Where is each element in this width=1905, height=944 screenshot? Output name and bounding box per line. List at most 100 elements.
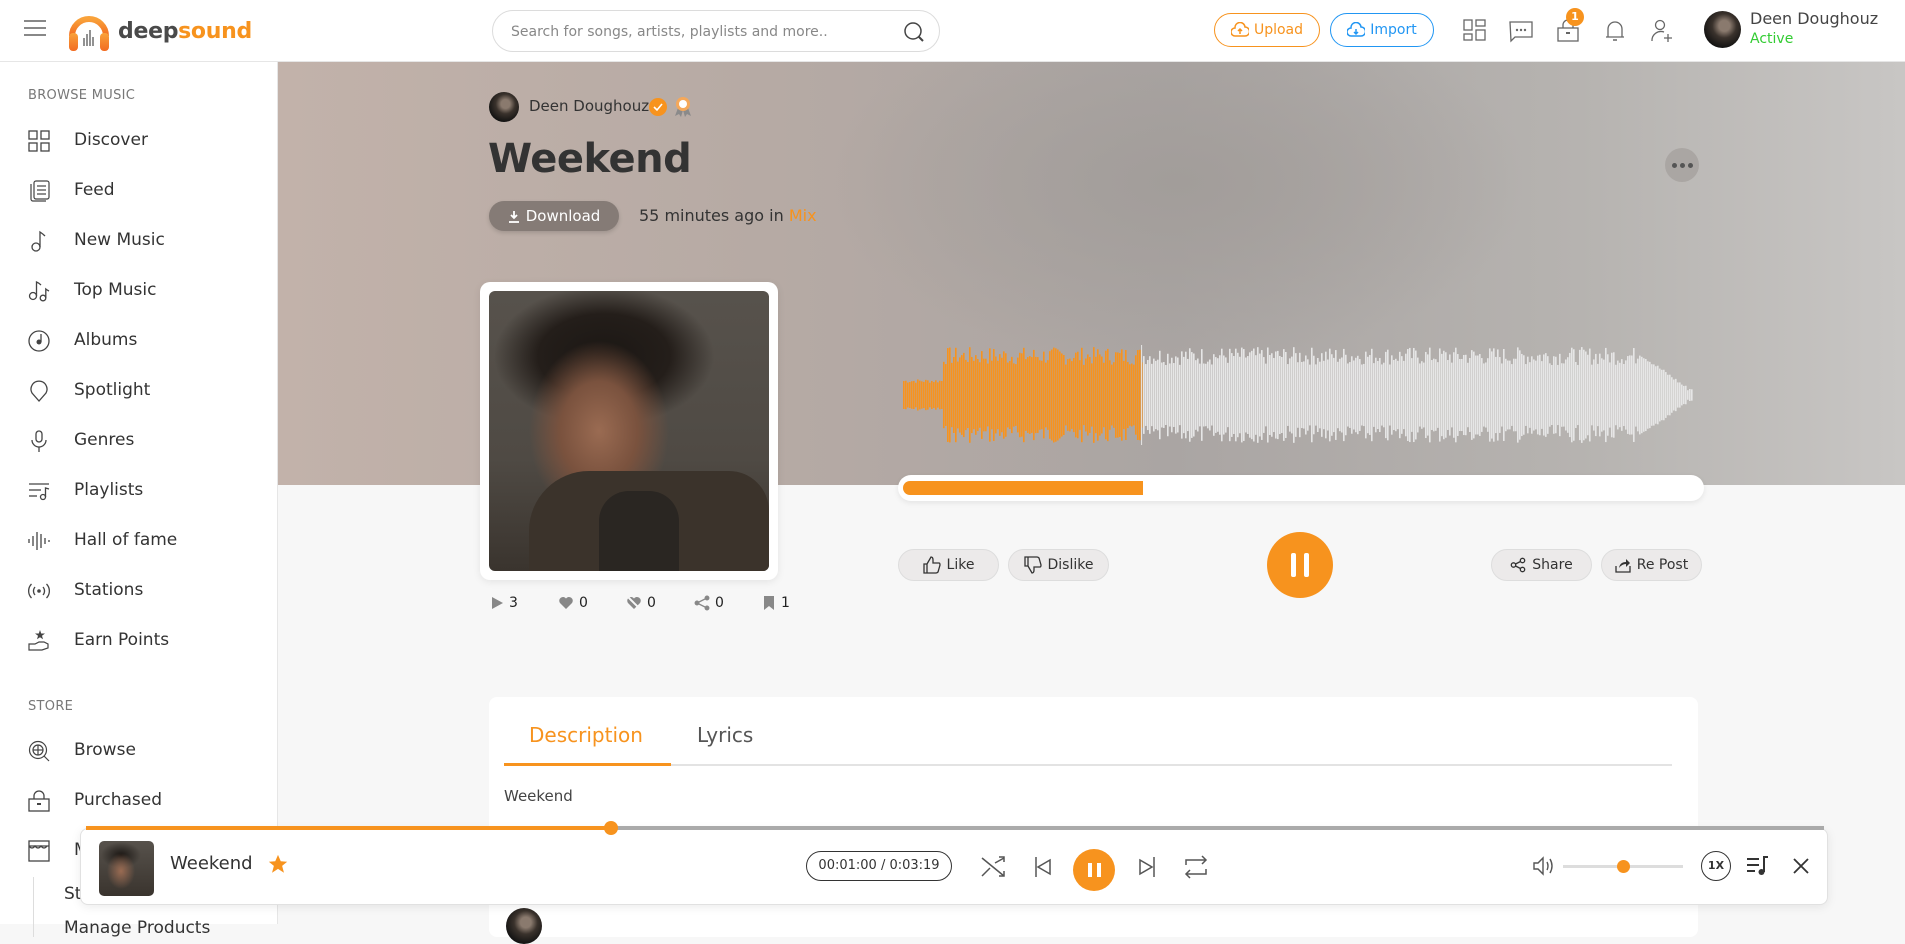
queue-list-icon[interactable]	[1745, 855, 1769, 877]
sidebar-item-albums[interactable]: Albums	[0, 318, 277, 362]
waveform-bar	[1211, 364, 1213, 426]
share-button[interactable]: Share	[1491, 549, 1592, 581]
sidebar-item-playlists[interactable]: Playlists	[0, 468, 277, 512]
shuffle-icon[interactable]	[980, 854, 1006, 880]
waveform-bar	[1441, 353, 1443, 437]
next-track-icon[interactable]	[1136, 854, 1158, 880]
sidebar-item-stations[interactable]: Stations	[0, 568, 277, 612]
notifications-bell-icon[interactable]	[1602, 18, 1628, 44]
waveform-bar	[1085, 358, 1087, 432]
repost-button[interactable]: Re Post	[1601, 549, 1702, 581]
favorite-star-icon[interactable]	[267, 853, 289, 875]
waveform-bar	[1207, 361, 1209, 429]
waveform-bar	[1359, 359, 1361, 431]
waveform-bar	[1173, 363, 1175, 427]
sidebar-subitem[interactable]: St	[64, 884, 81, 904]
waveform-bar	[1033, 349, 1035, 441]
song-progress-bar[interactable]	[898, 475, 1704, 501]
sidebar-item-browse[interactable]: Browse	[0, 728, 277, 772]
waveform-bar	[1579, 349, 1581, 441]
stat-saves: 1	[762, 595, 790, 611]
artist-name[interactable]: Deen Doughouz	[529, 97, 649, 115]
volume-icon[interactable]	[1532, 855, 1556, 877]
waveform-bar	[1093, 347, 1095, 443]
tab-description[interactable]: Description	[529, 723, 643, 747]
upload-button[interactable]: Upload	[1214, 13, 1320, 47]
album-disc-icon	[28, 330, 50, 352]
player-song-title[interactable]: Weekend	[170, 853, 253, 874]
sidebar-item-spotlight[interactable]: Spotlight	[0, 368, 277, 412]
song-title: Weekend	[488, 136, 692, 182]
waveform-bar	[1633, 348, 1635, 442]
waveform-bar	[1639, 355, 1641, 435]
shopping-bag-icon	[28, 790, 50, 812]
waveform-bar	[1527, 356, 1529, 434]
sidebar-item-top-music[interactable]: Top Music	[0, 268, 277, 312]
tab-lyrics[interactable]: Lyrics	[697, 723, 753, 747]
sidebar-subitem-manage-products[interactable]: Manage Products	[64, 918, 210, 938]
player-thumbnail[interactable]	[99, 841, 154, 896]
logo[interactable]: deepsound	[66, 8, 252, 54]
sidebar-item-earn-points[interactable]: Earn Points	[0, 618, 277, 662]
download-button[interactable]: Download	[489, 201, 619, 231]
waveform-bar	[1573, 349, 1575, 441]
waveform-bar	[1513, 358, 1515, 432]
sidebar-item-new-music[interactable]: New Music	[0, 218, 277, 262]
waveform-bar	[1115, 352, 1117, 438]
dislike-button[interactable]: Dislike	[1008, 549, 1109, 581]
waveform-bar	[1431, 360, 1433, 430]
apps-grid-icon[interactable]	[1462, 18, 1488, 44]
waveform-bar	[1161, 362, 1163, 428]
player-pause-button[interactable]	[1073, 849, 1115, 891]
like-button[interactable]: Like	[898, 549, 999, 581]
hamburger-menu-icon[interactable]	[24, 20, 46, 38]
waveform-bar	[1613, 352, 1615, 438]
messages-icon[interactable]	[1508, 18, 1534, 44]
waveform-bar	[1465, 354, 1467, 436]
waveform-bar	[1353, 360, 1355, 430]
waveform-bar	[1369, 355, 1371, 435]
waveform-bar	[1687, 390, 1689, 400]
waveform-bar	[1615, 364, 1617, 426]
user-avatar[interactable]	[1704, 11, 1741, 48]
waveform-bar	[1233, 356, 1235, 434]
category-link[interactable]: Mix	[789, 206, 817, 225]
waveform-bar	[1543, 354, 1545, 436]
player-seek-bar[interactable]	[86, 821, 1824, 835]
volume-handle[interactable]	[1617, 860, 1630, 873]
add-friend-icon[interactable]	[1649, 18, 1675, 44]
comment-avatar[interactable]	[506, 908, 542, 944]
waveform-bar	[1607, 354, 1609, 436]
sidebar-item-discover[interactable]: Discover	[0, 118, 277, 162]
volume-slider[interactable]	[1563, 860, 1683, 873]
waveform[interactable]	[903, 345, 1693, 445]
album-art-image[interactable]	[489, 291, 769, 571]
waveform-bar	[921, 381, 923, 409]
close-player-icon[interactable]	[1791, 856, 1811, 876]
playback-speed-button[interactable]: 1X	[1701, 851, 1731, 881]
user-name[interactable]: Deen Doughouz	[1750, 9, 1878, 28]
waveform-bar	[1055, 348, 1057, 442]
music-note-icon	[31, 230, 46, 252]
waveform-bar	[1187, 358, 1189, 432]
sidebar-item-genres[interactable]: Genres	[0, 418, 277, 462]
waveform-bar	[1267, 347, 1269, 443]
import-button[interactable]: Import	[1330, 13, 1434, 47]
previous-track-icon[interactable]	[1032, 854, 1054, 880]
waveform-bar	[1689, 389, 1691, 401]
waveform-bar	[1447, 360, 1449, 430]
waveform-bar	[1097, 349, 1099, 441]
sidebar-item-hall-of-fame[interactable]: Hall of fame	[0, 518, 277, 562]
player-seek-handle[interactable]	[603, 821, 618, 835]
repeat-icon[interactable]	[1183, 854, 1209, 880]
main-pause-button[interactable]	[1267, 532, 1333, 598]
waveform-bar	[1523, 355, 1525, 435]
search-input[interactable]	[511, 21, 881, 43]
waveform-bar	[981, 351, 983, 439]
sidebar-item-feed[interactable]: Feed	[0, 168, 277, 212]
waveform-bar	[1169, 363, 1171, 427]
search-icon[interactable]	[903, 21, 925, 43]
more-options-button[interactable]	[1665, 148, 1699, 182]
artist-avatar[interactable]	[489, 92, 519, 122]
sidebar-item-purchased[interactable]: Purchased	[0, 778, 277, 822]
